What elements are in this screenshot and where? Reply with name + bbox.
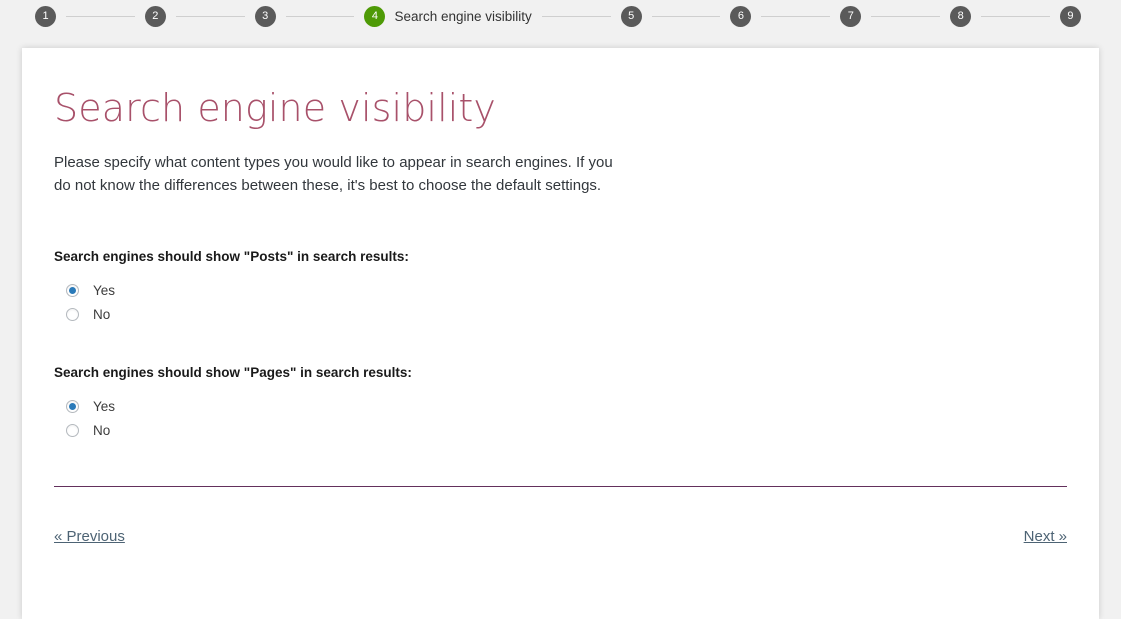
radio-label: No — [93, 422, 111, 438]
step-connector — [285, 16, 355, 17]
step-number-badge: 4 — [364, 6, 386, 27]
step-connector — [175, 16, 245, 17]
radio-input[interactable] — [66, 307, 79, 321]
step-connector — [66, 16, 135, 17]
step-connector — [541, 16, 611, 17]
question-label: Search engines should show "Pages" in se… — [54, 365, 412, 380]
wizard-stepper: 1 2 3 4 Search engine visibility 5 6 7 8 9 — [0, 0, 1121, 48]
step-number-badge: 3 — [254, 6, 276, 27]
radio-option-no[interactable]: No — [66, 302, 1067, 326]
step-number-badge: 7 — [840, 6, 862, 27]
radio-input[interactable] — [66, 423, 79, 437]
next-link[interactable]: Next » — [1024, 528, 1067, 545]
stepper-item-3[interactable]: 3 — [254, 6, 276, 27]
radio-label: Yes — [93, 398, 116, 414]
step-number-badge: 2 — [144, 6, 166, 27]
step-number-badge: 6 — [730, 6, 752, 27]
radio-option-no[interactable]: No — [66, 418, 1067, 442]
stepper-item-6[interactable]: 6 — [730, 6, 752, 27]
step-label: Search engine visibility — [394, 9, 532, 24]
questions-container: Search engines should show "Posts" in se… — [54, 249, 1067, 442]
question-label: Search engines should show "Posts" in se… — [54, 249, 409, 264]
radio-input[interactable] — [66, 399, 79, 413]
step-number-badge: 5 — [620, 6, 642, 27]
step-connector — [981, 16, 1050, 17]
stepper-item-1[interactable]: 1 — [35, 6, 56, 27]
stepper-item-2[interactable]: 2 — [144, 6, 166, 27]
stepper-item-4[interactable]: 4 Search engine visibility — [364, 6, 532, 27]
radio-input[interactable] — [66, 283, 79, 297]
radio-label: No — [93, 306, 111, 322]
step-number-badge: 1 — [35, 6, 56, 27]
section-divider — [54, 486, 1067, 487]
stepper-item-7[interactable]: 7 — [840, 6, 862, 27]
question-block: Search engines should show "Pages" in se… — [54, 365, 1067, 442]
step-connector — [651, 16, 721, 17]
stepper-track: 1 2 3 4 Search engine visibility 5 6 7 8 9 — [0, 0, 1121, 33]
radio-option-yes[interactable]: Yes — [66, 278, 1067, 302]
step-connector — [871, 16, 941, 17]
step-number-badge: 9 — [1059, 6, 1081, 27]
question-block: Search engines should show "Posts" in se… — [54, 249, 1067, 326]
wizard-card-content: Search engine visibility Please specify … — [22, 48, 1099, 545]
stepper-item-5[interactable]: 5 — [620, 6, 642, 27]
wizard-navigation: « Previous Next » — [54, 528, 1067, 545]
radio-label: Yes — [93, 282, 116, 298]
page-title: Search engine visibility — [54, 86, 496, 130]
step-connector — [761, 16, 831, 17]
stepper-item-9[interactable]: 9 — [1059, 6, 1081, 27]
stepper-item-8[interactable]: 8 — [950, 6, 972, 27]
radio-option-yes[interactable]: Yes — [66, 394, 1067, 418]
wizard-card: Search engine visibility Please specify … — [22, 48, 1099, 619]
previous-link[interactable]: « Previous — [54, 528, 125, 545]
step-number-badge: 8 — [950, 6, 972, 27]
page-intro-text: Please specify what content types you wo… — [54, 154, 613, 194]
